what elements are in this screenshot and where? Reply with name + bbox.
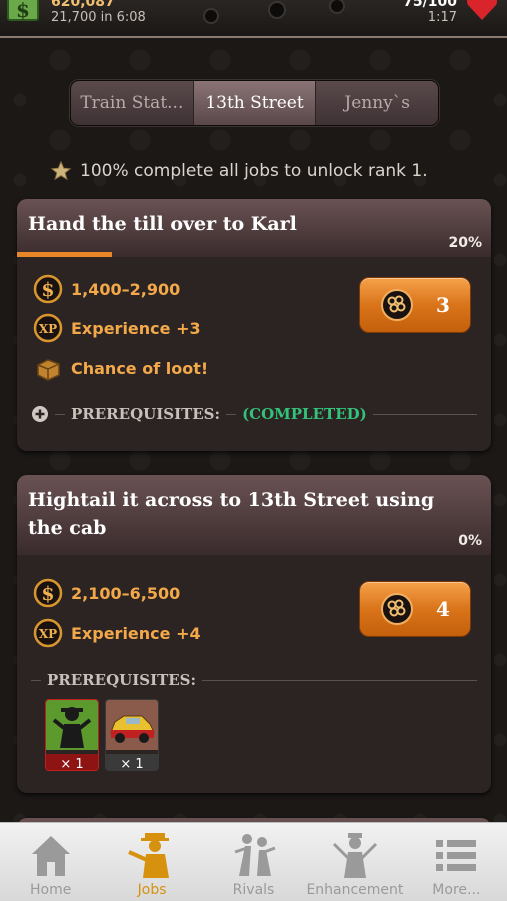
health-timer: 1:17 <box>427 10 457 25</box>
tab-label: Jobs <box>137 882 167 898</box>
list-icon <box>436 840 477 871</box>
experience-reward-text: Experience +3 <box>71 318 201 338</box>
home-icon <box>31 836 70 876</box>
unlock-text: 100% complete all jobs to unlock rank 1. <box>80 161 428 181</box>
tab-enhancement[interactable]: Enhancement <box>304 823 405 901</box>
cash-reward: $ 1,400–2,900 <box>33 274 180 304</box>
prerequisites-row[interactable]: PREREQUISITES: (COMPLETED) <box>31 405 477 423</box>
mobster-with-gun-icon <box>128 833 170 878</box>
status-bar: $ 620,087 21,700 in 6:08 75/100 1:17 <box>0 0 507 38</box>
armed-figure-icon <box>332 833 377 878</box>
tab-label: Enhancement <box>306 882 404 898</box>
job-percent: 20% <box>448 235 482 251</box>
loot-reward-text: Chance of loot! <box>71 358 209 378</box>
cash-reward: $ 2,100–6,500 <box>33 578 180 608</box>
job-progress-bar <box>17 252 491 257</box>
item-count: × 1 <box>46 754 98 770</box>
xp-icon: XP <box>33 618 63 648</box>
cash-reward-text: 1,400–2,900 <box>71 279 181 299</box>
cash-reward-text: 2,100–6,500 <box>71 583 181 603</box>
gunman-icon <box>46 700 98 750</box>
job-card-header: Hightail it across to 13th Street using … <box>17 475 491 555</box>
cash-amount: 620,087 <box>51 0 115 10</box>
expand-plus-icon[interactable] <box>31 405 49 423</box>
dollar-icon: $ <box>33 274 63 304</box>
svg-text:XP: XP <box>39 322 57 336</box>
job-card: Hightail it across to 13th Street using … <box>17 475 491 793</box>
segment-13th-street[interactable]: 13th Street <box>193 81 317 125</box>
job-title: Hightail it across to 13th Street using … <box>28 489 435 539</box>
job-progress-fill <box>17 252 112 257</box>
cab-car-icon <box>106 700 158 750</box>
divider <box>202 679 477 681</box>
svg-text:$: $ <box>41 279 54 301</box>
brass-knuckles-icon <box>381 289 414 321</box>
job-title: Hand the till over to Karl <box>28 213 297 235</box>
do-job-button[interactable]: 4 <box>359 581 471 637</box>
prerequisite-item-gunman[interactable]: × 1 <box>45 699 99 771</box>
tab-more[interactable]: More... <box>406 823 507 901</box>
tab-label: More... <box>432 882 481 898</box>
fighting-figures-icon <box>234 834 276 876</box>
health-amount: 75/100 <box>403 0 457 10</box>
prerequisite-item-cab[interactable]: × 1 <box>105 699 159 771</box>
rank-unlock-message: 100% complete all jobs to unlock rank 1. <box>50 158 480 184</box>
svg-text:$: $ <box>16 0 30 22</box>
bullet-holes-decoration <box>203 0 345 24</box>
prerequisites-label: PREREQUISITES: <box>47 671 197 689</box>
experience-reward: XP Experience +3 <box>33 313 201 343</box>
prerequisites-row: PREREQUISITES: <box>31 671 477 689</box>
prerequisites-label: PREREQUISITES: <box>71 405 221 423</box>
energy-cost: 4 <box>436 597 450 621</box>
tab-rivals[interactable]: Rivals <box>203 823 304 901</box>
divider <box>31 679 41 681</box>
tab-jobs[interactable]: Jobs <box>101 823 202 901</box>
tab-home[interactable]: Home <box>0 823 101 901</box>
job-card: Hand the till over to Karl 20% $ 1,400–2… <box>17 199 491 451</box>
loot-crate-icon <box>37 359 60 381</box>
prerequisites-status: (COMPLETED) <box>242 405 367 423</box>
do-job-button[interactable]: 3 <box>359 277 471 333</box>
tab-bar: Home Jobs Rivals Enhancement More... <box>0 822 507 901</box>
svg-text:XP: XP <box>39 627 57 641</box>
loot-reward: Chance of loot! <box>33 353 208 383</box>
star-icon <box>50 160 72 181</box>
cash-icon: $ <box>7 0 39 22</box>
divider <box>226 413 237 415</box>
svg-text:$: $ <box>41 583 54 605</box>
item-count: × 1 <box>106 754 158 770</box>
heart-icon <box>466 0 498 20</box>
tab-label: Rivals <box>232 882 275 898</box>
experience-reward: XP Experience +4 <box>33 618 201 648</box>
experience-reward-text: Experience +4 <box>71 623 201 643</box>
job-percent: 0% <box>458 533 482 549</box>
divider <box>55 413 65 415</box>
location-segmented-control: Train Stat... 13th Street Jenny`s <box>70 80 439 126</box>
energy-cost: 3 <box>436 293 450 317</box>
tab-label: Home <box>30 882 72 898</box>
cash-timer: 21,700 in 6:08 <box>51 10 146 25</box>
dollar-icon: $ <box>33 578 63 608</box>
xp-icon: XP <box>33 313 63 343</box>
divider <box>372 413 477 415</box>
job-card-header: Hand the till over to Karl 20% <box>17 199 491 257</box>
segment-jennys[interactable]: Jenny`s <box>316 81 438 125</box>
segment-train-station[interactable]: Train Stat... <box>71 81 194 125</box>
brass-knuckles-icon <box>381 593 414 625</box>
